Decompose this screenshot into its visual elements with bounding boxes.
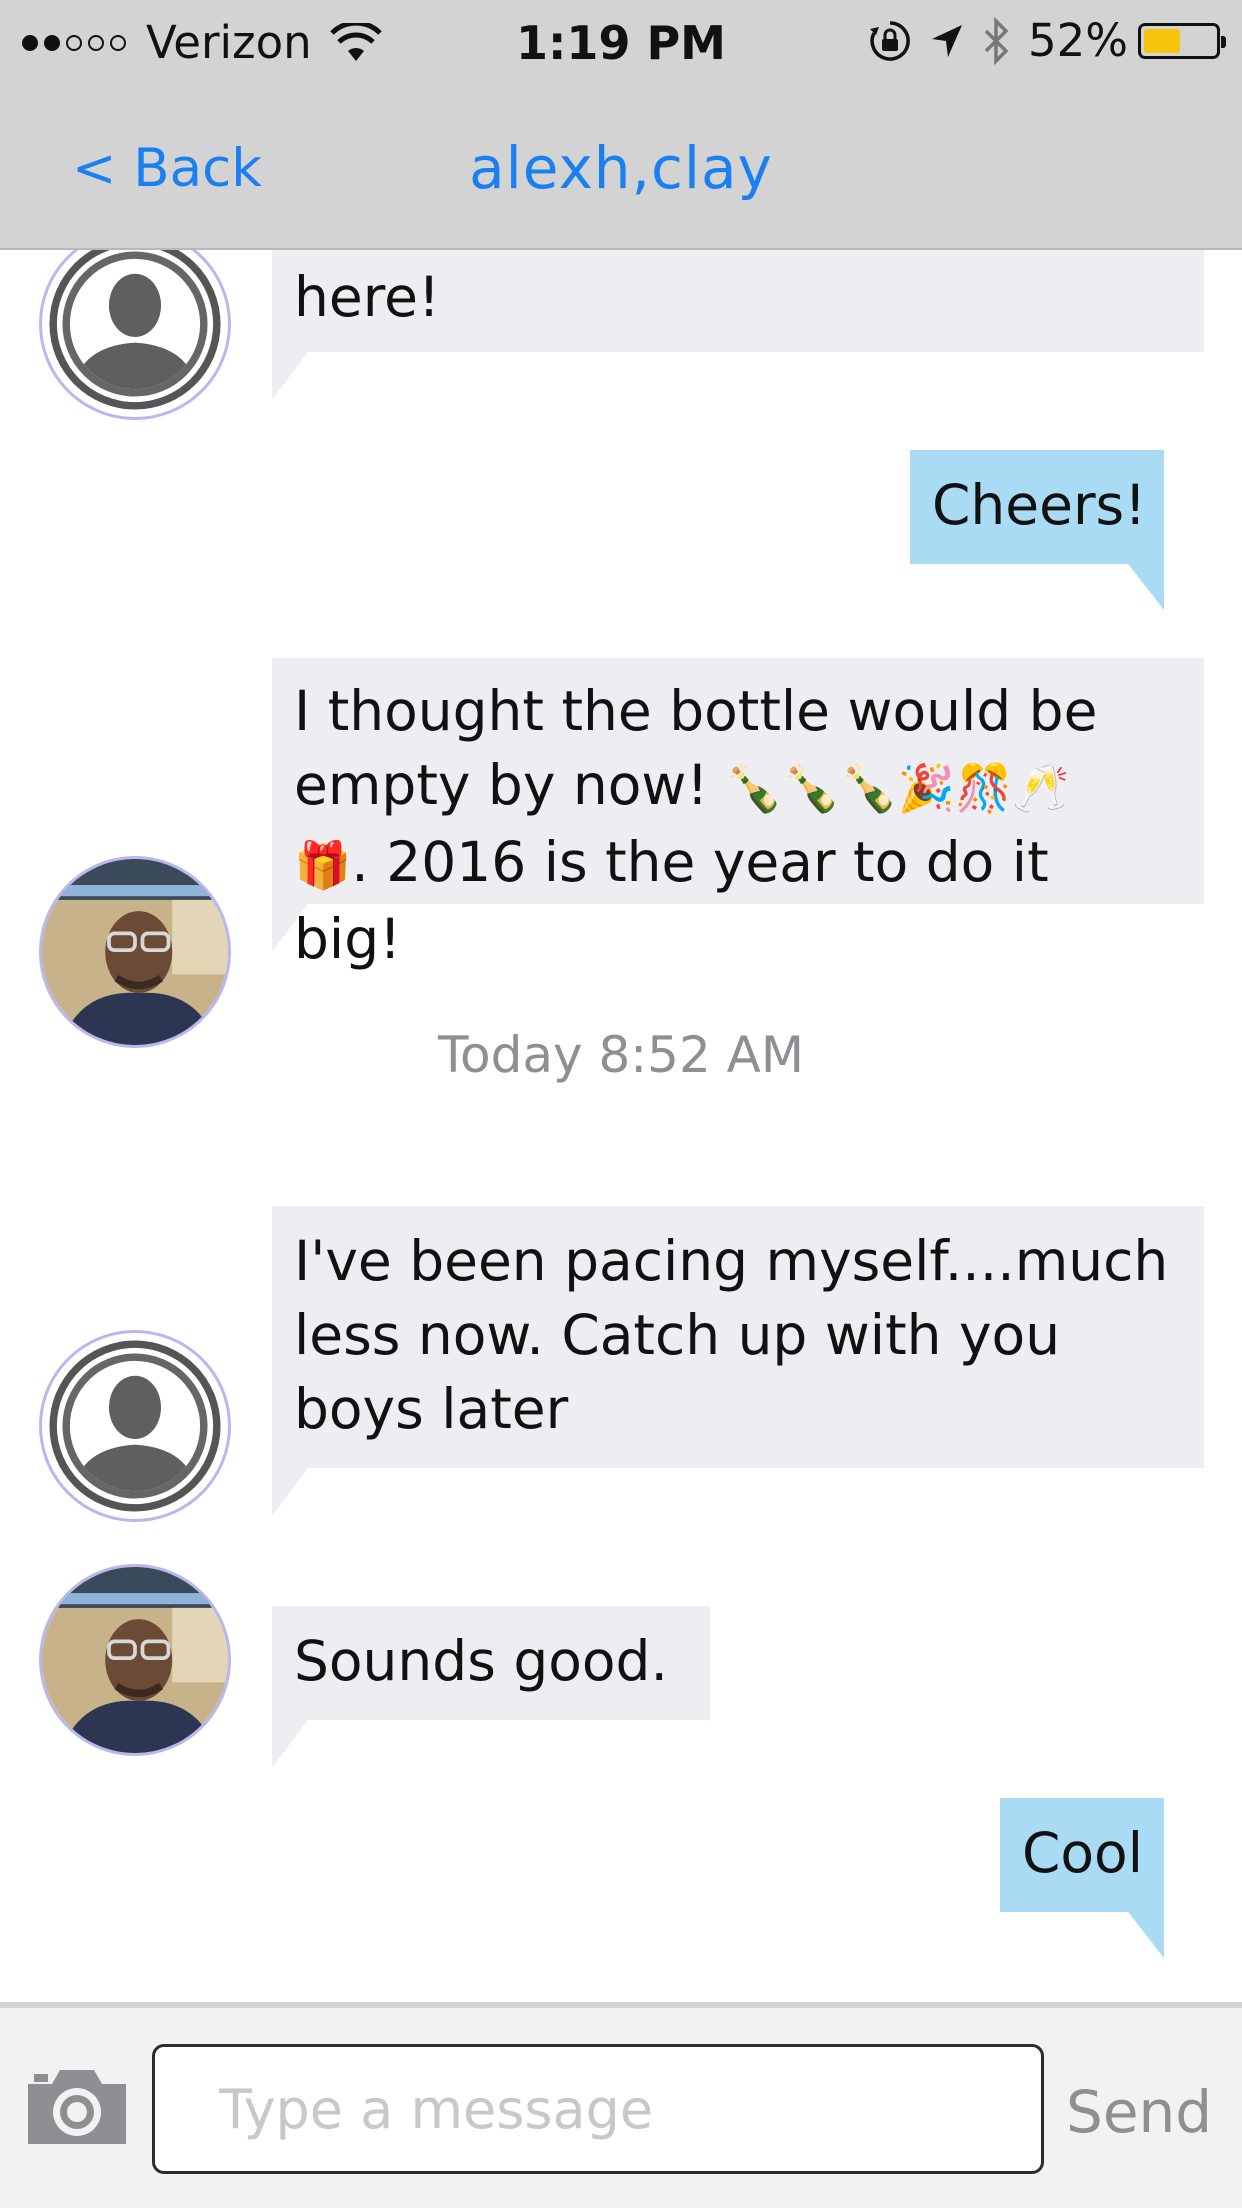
message-bubble-outgoing: Cool <box>1000 1798 1164 1958</box>
status-bar: Verizon 1:19 PM 52% <box>0 0 1242 84</box>
default-avatar-icon[interactable] <box>39 1330 231 1522</box>
message-bubble-outgoing: Cheers! <box>910 450 1164 610</box>
message-thread[interactable]: here! Cheers! I thought the bottle would… <box>0 250 1242 2000</box>
message-text-line: I thought the bottle would be <box>294 679 1098 743</box>
message-bubble-incoming: I thought the bottle would be empty by n… <box>272 658 1204 971</box>
photo-avatar-icon[interactable] <box>39 1564 231 1756</box>
message-text: here! <box>294 265 440 329</box>
message-bubble-incoming: here! <box>272 250 1204 400</box>
message-text: Cheers! <box>932 473 1147 537</box>
message-text: Cool <box>1022 1821 1143 1885</box>
camera-icon[interactable] <box>22 2060 132 2150</box>
send-button[interactable]: Send <box>1066 2078 1212 2146</box>
photo-avatar-icon[interactable] <box>39 856 231 1048</box>
message-text-line: 🎁. 2016 is the year to do it <box>294 825 1182 902</box>
message-bubble-incoming: I've been pacing myself....much less now… <box>272 1206 1204 1516</box>
gift-emoji: 🎁 <box>294 838 352 892</box>
bluetooth-icon <box>984 16 1009 65</box>
location-arrow-icon <box>931 24 962 57</box>
message-text-line: less now. Catch up with you <box>294 1303 1061 1367</box>
message-input[interactable] <box>152 2044 1044 2174</box>
battery-tip <box>1221 35 1226 48</box>
status-right: 52% <box>868 14 1226 67</box>
champagne-party-emoji: 🍾🍾🍾🎉🎊🥂 <box>725 761 1070 815</box>
rotation-lock-icon <box>869 20 910 61</box>
navigation-bar: < Back alexh,clay <box>0 84 1242 250</box>
composer-bar: Send <box>0 2002 1242 2208</box>
message-bubble-incoming: Sounds good. <box>272 1606 710 1768</box>
battery-icon <box>1138 22 1226 59</box>
message-text-line: big! <box>294 907 402 971</box>
message-text-line: empty by now! 🍾🍾🍾🎉🎊🥂 <box>294 748 1182 825</box>
battery-percent: 52% <box>1027 14 1128 67</box>
message-text: . 2016 is the year to do it <box>351 830 1049 894</box>
message-text: empty by now! <box>294 753 726 817</box>
message-text-line: I've been pacing myself....much <box>294 1229 1169 1293</box>
message-timestamp: Today 8:52 AM <box>437 1026 804 1084</box>
conversation-title: alexh,clay <box>469 134 773 202</box>
default-avatar-icon[interactable] <box>39 250 231 420</box>
battery-level-fill <box>1144 28 1180 53</box>
message-text-line: boys later <box>294 1377 569 1441</box>
message-text: Sounds good. <box>294 1629 668 1693</box>
